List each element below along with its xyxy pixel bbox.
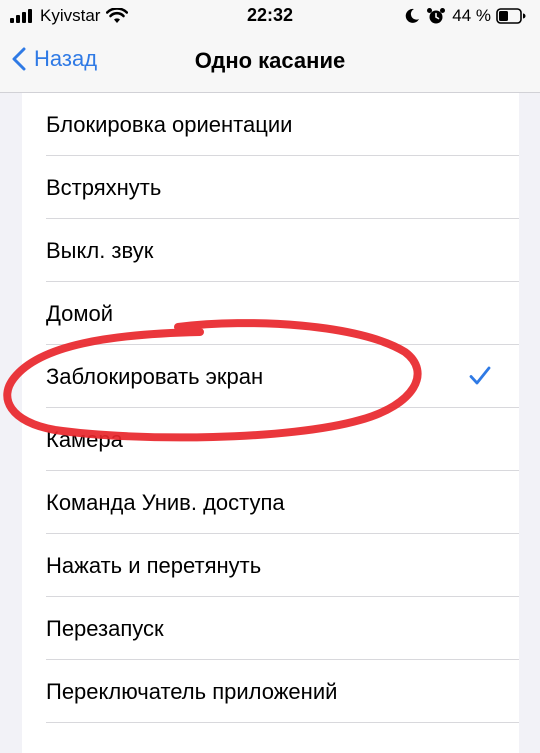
list-item-label: Встряхнуть: [46, 174, 162, 200]
list-item-home[interactable]: Домой: [22, 282, 519, 345]
list-item-label: Команда Унив. доступа: [46, 489, 285, 515]
list-item-label: Выкл. звук: [46, 237, 154, 263]
alarm-icon: [427, 8, 446, 24]
navigation-bar: Назад Одно касание: [0, 34, 540, 93]
battery-percent: 44 %: [452, 6, 491, 25]
list-item-label: Нажать и перетянуть: [46, 552, 262, 578]
list-item-app-switcher[interactable]: Переключатель приложений: [22, 660, 519, 723]
status-right: 44 %: [404, 6, 526, 26]
list-item-camera[interactable]: Камера: [22, 408, 519, 471]
list-item-accessibility-shortcut[interactable]: Команда Унив. доступа: [22, 471, 519, 534]
page-title: Одно касание: [194, 48, 346, 73]
moon-icon: [405, 8, 420, 23]
list-item-label: Переключатель приложений: [46, 678, 338, 704]
battery-icon: [496, 8, 526, 24]
list-item-label: Камера: [46, 426, 123, 452]
checkmark-icon: [469, 366, 491, 385]
separator: [46, 722, 519, 723]
list-item-label: Домой: [46, 300, 114, 326]
list-item-label: Перезапуск: [46, 615, 164, 641]
list-item-orientation-lock[interactable]: Блокировка ориентации: [22, 93, 519, 156]
list-item-mute[interactable]: Выкл. звук: [22, 219, 519, 282]
list-item-label: Блокировка ориентации: [46, 111, 293, 137]
list-item-restart[interactable]: Перезапуск: [22, 597, 519, 660]
list-item-lock-screen[interactable]: Заблокировать экран: [22, 345, 519, 408]
list-item-shake[interactable]: Встряхнуть: [22, 156, 519, 219]
status-bar: Kyivstar 22:32 44 %: [0, 0, 540, 34]
list-item-drag[interactable]: Нажать и перетянуть: [22, 534, 519, 597]
options-list: Блокировка ориентации Встряхнуть Выкл. з…: [22, 93, 519, 753]
list-item-label: Заблокировать экран: [46, 363, 264, 389]
